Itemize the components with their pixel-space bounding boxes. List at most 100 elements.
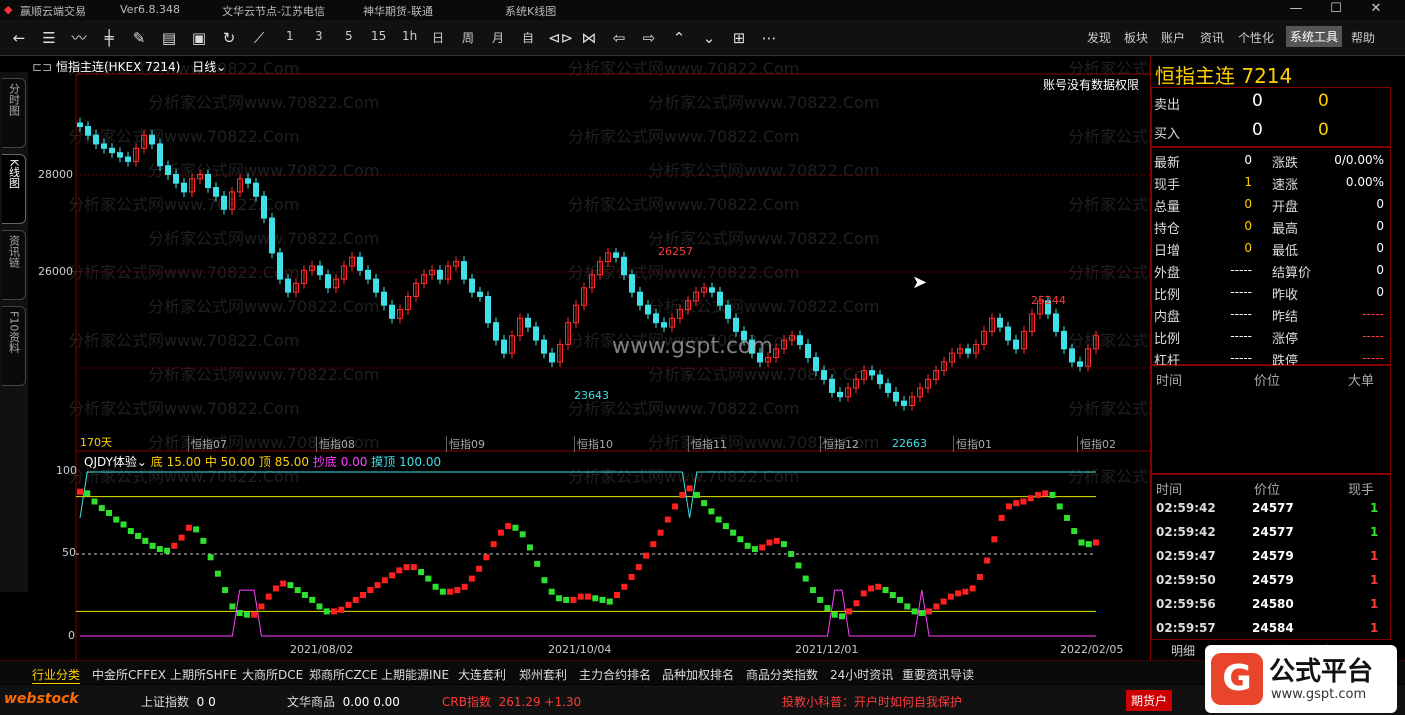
period-3[interactable]: 3 xyxy=(315,29,323,43)
symbol-header[interactable]: ⊏⊐ 恒指主连(HKEX 7214) 日线⌄ xyxy=(32,58,226,75)
back-icon[interactable]: ← xyxy=(8,29,30,47)
exchange-tab[interactable]: 品种加权排名 xyxy=(662,666,734,683)
exchange-tab[interactable]: 商品分类指数 xyxy=(746,666,818,683)
down-arrow-icon[interactable]: ⌄ xyxy=(698,29,720,47)
exchange-tab[interactable]: 24小时资讯 xyxy=(830,666,893,683)
commodity-quote: 文华商品 0.00 0.00 xyxy=(287,693,400,710)
indicator-chevron-icon[interactable]: ⌄ xyxy=(137,455,151,469)
menu-account[interactable]: 账户 xyxy=(1161,29,1185,46)
tab-detail[interactable]: 明细 xyxy=(1171,642,1195,659)
tick-cell: 24577 xyxy=(1252,525,1294,539)
menu-discover[interactable]: 发现 xyxy=(1087,29,1111,46)
exchange-tab[interactable]: 大商所DCE xyxy=(242,666,303,683)
field-value: 0/0.00% xyxy=(1334,153,1384,167)
kline-icon[interactable]: ╪ xyxy=(98,29,120,47)
indicator-point xyxy=(788,551,795,557)
indicator-point xyxy=(926,608,933,615)
period-5[interactable]: 5 xyxy=(345,29,353,43)
refresh-icon[interactable]: ↻ xyxy=(218,29,240,47)
t1-header-time: 时间 xyxy=(1156,374,1183,389)
minimize-button[interactable]: — xyxy=(1276,0,1316,20)
exchange-tab[interactable]: 郑州套利 xyxy=(519,666,567,683)
indicator-point xyxy=(722,523,729,530)
maximize-button[interactable]: ☐ xyxy=(1316,0,1356,20)
tick-cell: 02:59:47 xyxy=(1156,549,1216,563)
exchange-tab[interactable]: 上期所SHFE xyxy=(170,666,237,683)
menu-sector[interactable]: 板块 xyxy=(1124,29,1148,46)
grid-icon[interactable]: ⊞ xyxy=(728,29,750,47)
exchange-tab[interactable]: 大连套利 xyxy=(458,666,506,683)
list-icon[interactable]: ☰ xyxy=(38,29,60,47)
period-1h[interactable]: 1h xyxy=(402,29,417,43)
indicator-point xyxy=(106,510,113,516)
period-1[interactable]: 1 xyxy=(286,29,294,43)
indicator-point xyxy=(846,608,853,615)
period-week[interactable]: 周 xyxy=(462,29,474,46)
field-value: 0 xyxy=(1244,219,1252,233)
field-value: ----- xyxy=(1230,329,1252,343)
indicator-name[interactable]: QJDY体验 xyxy=(84,455,137,469)
draw-icon[interactable]: ✎ xyxy=(128,29,150,47)
field-label: 结算价 xyxy=(1272,266,1312,281)
period-15[interactable]: 15 xyxy=(371,29,386,43)
tab-timeshare[interactable]: 分时图 xyxy=(2,78,26,148)
period-select[interactable]: 日线 xyxy=(192,60,216,74)
line-chart-icon[interactable]: 〰 xyxy=(68,29,90,47)
exchange-tab[interactable]: 行业分类 xyxy=(32,666,81,684)
tab-f10[interactable]: F10资料 xyxy=(2,306,26,386)
left-arrow-icon[interactable]: ⇦ xyxy=(608,29,630,47)
field-label: 日增 xyxy=(1154,244,1181,259)
t1-header-price: 价位 xyxy=(1254,374,1281,389)
exchange-tab[interactable]: 上期能源INE xyxy=(381,666,449,683)
trend-icon[interactable]: ⟋ xyxy=(248,29,270,47)
chart-svg[interactable]: 分析家公式网www.70822.Com 分析家公式网www.70822.Com 分析… xyxy=(28,56,1150,660)
zoom-out-icon[interactable]: ⋈ xyxy=(578,29,600,47)
period-month[interactable]: 月 xyxy=(492,29,504,46)
menu-news[interactable]: 资讯 xyxy=(1200,29,1224,46)
indicator-point xyxy=(468,575,475,582)
menu-personalize[interactable]: 个性化 xyxy=(1238,29,1274,46)
menu-help[interactable]: 帮助 xyxy=(1351,29,1375,46)
period-custom[interactable]: 自 xyxy=(522,29,534,46)
candle-body xyxy=(365,269,371,280)
exchange-tab[interactable]: 重要资讯导读 xyxy=(902,666,974,683)
candle-body xyxy=(901,400,907,406)
indicator-point xyxy=(410,564,417,571)
save-icon[interactable]: ▣ xyxy=(188,29,210,47)
indicator-point xyxy=(962,588,969,595)
more-icon[interactable]: ⋯ xyxy=(758,29,780,47)
indicator-point xyxy=(127,528,134,535)
screen-icon[interactable]: ▤ xyxy=(158,29,180,47)
period-day[interactable]: 日 xyxy=(432,29,444,46)
zoom-in-icon[interactable]: ⊲⊳ xyxy=(548,29,573,47)
close-button[interactable]: ✕ xyxy=(1356,0,1396,20)
exchange-tab[interactable]: 中金所CFFEX xyxy=(92,666,166,683)
candle-body xyxy=(613,252,619,258)
tick-cell: 24579 xyxy=(1252,549,1294,563)
indicator-point xyxy=(693,491,700,498)
exchange-tab[interactable]: 郑商所CZCE xyxy=(309,666,378,683)
menu-system-tools[interactable]: 系统工具 xyxy=(1286,26,1343,47)
exchange-tab[interactable]: 主力合约排名 xyxy=(579,666,651,683)
tab-kline[interactable]: K线图 xyxy=(2,154,26,224)
chart-area[interactable]: 分析家公式网www.70822.Com 分析家公式网www.70822.Com 分析… xyxy=(28,56,1150,660)
field-label: 内盘 xyxy=(1154,310,1181,325)
candle-body xyxy=(997,317,1003,328)
indicator-point xyxy=(447,588,454,595)
indicator-header[interactable]: QJDY体验⌄ 底 15.00 中 50.00 顶 85.00 抄底 0.00 … xyxy=(84,453,441,470)
tab-news-chain[interactable]: 资讯链 xyxy=(2,230,26,300)
right-arrow-icon[interactable]: ⇨ xyxy=(638,29,660,47)
t2-header-volume: 现手 xyxy=(1348,483,1375,498)
indicator-point xyxy=(809,587,816,594)
indicator-point xyxy=(664,516,671,523)
quote-panel: 恒指主连 7214 卖出 0 0 买入 0 0 最新 0 现手 1 总量 0 持仓 0 日增 0 外… xyxy=(1150,56,1395,660)
up-arrow-icon[interactable]: ⌃ xyxy=(668,29,690,47)
edu-tip[interactable]: 投教小科普：开户时如何自我保护 xyxy=(782,693,962,710)
ind-chaodi-value: 0.00 xyxy=(340,455,368,469)
futures-account-button[interactable]: 期货户 xyxy=(1126,690,1173,711)
month-label: 恒指12 xyxy=(820,436,859,452)
indicator-point xyxy=(868,585,875,592)
indicator-point xyxy=(381,577,388,584)
commodity-v1: 0.00 xyxy=(342,695,370,709)
chevron-down-icon[interactable]: ⌄ xyxy=(216,60,226,74)
